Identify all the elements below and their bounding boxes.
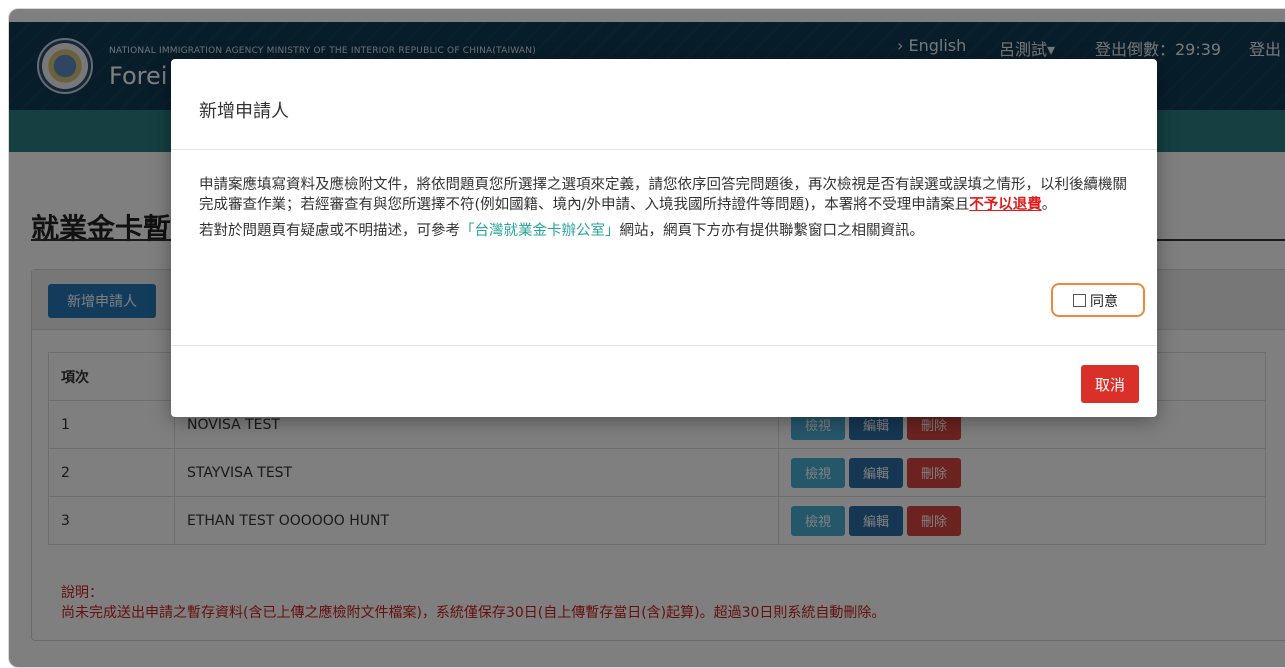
- modal-paragraph-1: 申請案應填寫資料及應檢附文件，將依問題頁您所選擇之選項來定義，請您依序回答完問題…: [199, 175, 1129, 215]
- paragraph-2-text: 若對於問題頁有疑慮或不明描述，可參考: [199, 223, 460, 239]
- no-refund-text: 不予以退費: [969, 197, 1042, 213]
- modal-body: 申請案應填寫資料及應檢附文件，將依問題頁您所選擇之選項來定義，請您依序回答完問題…: [199, 175, 1129, 247]
- agree-checkbox-label[interactable]: 同意: [1051, 283, 1145, 317]
- modal-header-divider: [171, 149, 1157, 150]
- agree-text: 同意: [1090, 294, 1118, 310]
- paragraph-2-end: 網站，網頁下方亦有提供聯繫窗口之相關資訊。: [619, 223, 925, 239]
- add-applicant-modal: 新增申請人 申請案應填寫資料及應檢附文件，將依問題頁您所選擇之選項來定義，請您依…: [171, 59, 1157, 417]
- gold-card-office-link[interactable]: 「台灣就業金卡辦公室」: [460, 223, 620, 239]
- modal-paragraph-2: 若對於問題頁有疑慮或不明描述，可參考「台灣就業金卡辦公室」網站，網頁下方亦有提供…: [199, 221, 1129, 241]
- agree-checkbox[interactable]: [1073, 294, 1086, 307]
- paragraph-1-end: 。: [1041, 197, 1057, 213]
- browser-frame: NATIONAL IMMIGRATION AGENCY MINISTRY OF …: [8, 8, 1285, 668]
- modal-footer-divider: [171, 345, 1157, 346]
- modal-title: 新增申請人: [199, 101, 289, 122]
- cancel-button[interactable]: 取消: [1081, 365, 1139, 403]
- page: NATIONAL IMMIGRATION AGENCY MINISTRY OF …: [9, 9, 1285, 667]
